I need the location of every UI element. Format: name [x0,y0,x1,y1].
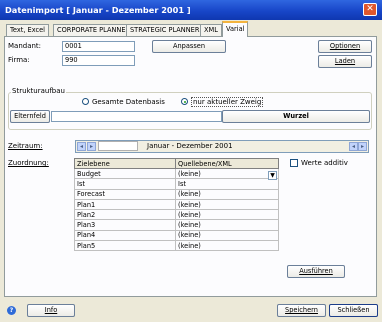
zielebene-cell[interactable]: Budget [74,167,176,180]
quellebene-cell[interactable]: (keine) [175,240,279,252]
werte-additiv-label: Werte additiv [301,159,348,167]
tab-strategic-planner[interactable]: STRATEGIC PLANNER [126,24,204,36]
ausfuehren-button[interactable]: Ausführen [287,265,345,278]
chevron-down-icon: ▼ [270,172,275,179]
quellebene-cell[interactable]: Ist [175,178,279,190]
anpassen-label: Anpassen [172,42,206,50]
werte-additiv-checkbox[interactable] [290,159,298,167]
tab-corporate-planner[interactable]: CORPORATE PLANNER [53,24,135,36]
firma-field[interactable]: 990 [62,55,135,66]
quellebene-cell[interactable]: (keine) [175,167,279,180]
column-header-zielebene[interactable]: Zielebene [74,158,176,169]
speichern-button[interactable]: Speichern [277,304,326,317]
zielebene-cell[interactable]: Plan3 [74,219,176,231]
wurzel-label: Wurzel [283,112,309,120]
zielebene-cell[interactable]: Plan1 [74,198,176,211]
zeitraum-label: Zeitraum: [8,142,43,150]
zielebene-cell[interactable]: Plan5 [74,240,176,252]
tab-label: XML [204,26,218,34]
dropdown-arrow-button[interactable]: ▼ [268,171,277,180]
zielebene-cell[interactable]: Ist [74,178,176,190]
mandant-field[interactable]: 0001 [62,41,135,52]
help-icon[interactable]: ? [7,306,16,315]
quellebene-cell[interactable]: (keine) [175,209,279,221]
column-header-quellebene[interactable]: Quellebene/XML [175,158,279,169]
zuordnung-table-body: Budget (keine) Ist Ist Forecast (keine) Plan1(… [74,167,279,252]
table-row[interactable]: Budget (keine) [74,167,279,180]
tab-label: Text, Excel [10,26,45,34]
laden-button[interactable]: Laden [318,55,372,68]
radio-gesamte-datenbasis[interactable] [82,98,89,105]
tab-panel-varial: Mandant: 0001 Firma: 990 Anpassen Option… [4,36,377,297]
optionen-button[interactable]: Optionen [318,40,372,53]
table-row[interactable]: Plan5 (keine) [74,240,279,252]
elternfeld-button[interactable]: Elternfeld [10,110,50,123]
tab-varial[interactable]: Varial [222,21,249,37]
table-row[interactable]: Ist Ist [74,178,279,190]
tab-label: STRATEGIC PLANNER [130,26,200,34]
tab-label: Varial [226,25,245,33]
schliessen-button[interactable]: Schließen [329,304,378,317]
window-title: Datenimport [ Januar - Dezember 2001 ] [5,5,191,15]
tab-xml[interactable]: XML [200,24,222,36]
zielebene-cell[interactable]: Plan2 [74,209,176,221]
table-row[interactable]: Plan4 (keine) [74,229,279,242]
quellebene-cell[interactable]: (keine) [175,198,279,211]
radio-nur-aktueller-zweig[interactable] [181,98,188,105]
schliessen-label: Schließen [337,306,370,314]
zuordnung-table[interactable]: Zielebene Quellebene/XML Budget (keine) Is… [74,158,279,252]
ausfuehren-label: Ausführen [299,267,333,275]
table-row[interactable]: Forecast (keine) [74,188,279,200]
radio-gesamte-label: Gesamte Datenbasis [92,98,165,106]
zielebene-cell[interactable]: Forecast [74,188,176,200]
quellebene-cell[interactable]: (keine) [175,188,279,200]
table-row[interactable]: Plan2 (keine) [74,209,279,221]
quellebene-cell[interactable]: (keine) [175,219,279,231]
title-bar: Datenimport [ Januar - Dezember 2001 ] ✕ [0,0,382,20]
table-row[interactable]: Plan1 (keine) [74,198,279,211]
chevron-left-icon: ◂ [351,143,355,150]
firma-label: Firma: [8,56,30,64]
scroll-left-button[interactable]: ◂ [77,142,86,151]
mandant-value: 0001 [65,42,82,50]
mandant-label: Mandant: [8,42,42,50]
table-header-row: Zielebene Quellebene/XML [74,158,279,169]
close-icon: ✕ [366,4,374,14]
chevron-right-icon: ▸ [89,143,93,150]
close-button[interactable]: ✕ [363,3,377,16]
firma-value: 990 [65,56,78,64]
zuordnung-label: Zuordnung: [8,159,49,167]
tab-text-excel[interactable]: Text, Excel [6,24,49,36]
scroll-prev-button[interactable]: ◂ [349,142,358,151]
strukturaufbau-title: Strukturaufbau [11,87,66,95]
elternfeld-label: Elternfeld [14,112,46,120]
chevron-left-icon: ◂ [79,143,83,150]
optionen-label: Optionen [329,42,361,50]
laden-label: Laden [334,57,356,65]
table-row[interactable]: Plan3 (keine) [74,219,279,231]
zeitraum-value: Januar - Dezember 2001 [147,142,233,150]
elternfeld-field[interactable] [51,111,222,122]
info-button[interactable]: Info [27,304,75,317]
chevron-right-icon: ▸ [360,143,364,150]
quellebene-cell[interactable]: (keine) [175,229,279,242]
info-label: Info [44,306,58,314]
scroll-right-button[interactable]: ▸ [87,142,96,151]
zielebene-cell[interactable]: Plan4 [74,229,176,242]
radio-nur-aktueller-label: nur aktueller Zweig [191,97,264,107]
zeitraum-thumb[interactable] [98,141,138,151]
wurzel-button[interactable]: Wurzel [222,110,370,123]
anpassen-button[interactable]: Anpassen [152,40,226,53]
scroll-end-button[interactable]: ▸ [358,142,367,151]
tab-label: CORPORATE PLANNER [57,26,131,34]
speichern-label: Speichern [285,306,318,314]
